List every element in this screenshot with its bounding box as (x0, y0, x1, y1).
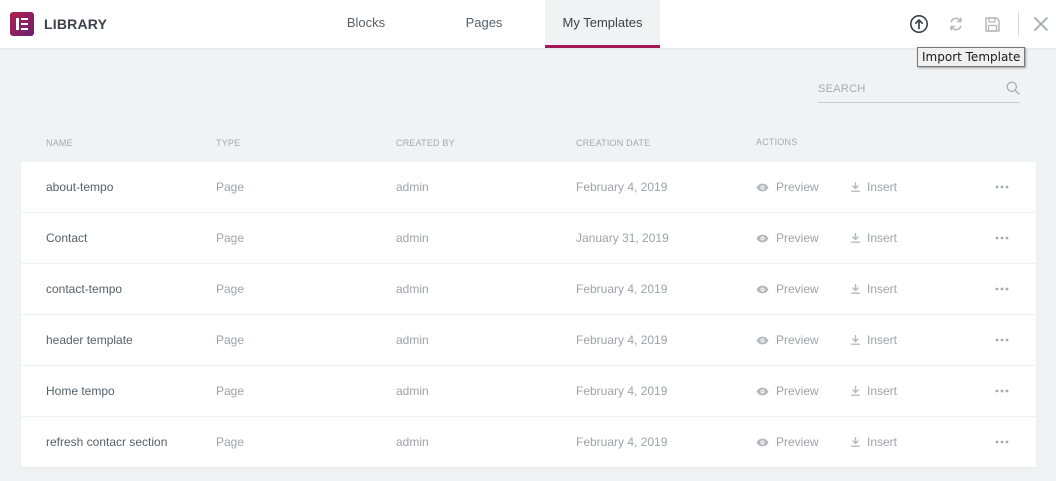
search-field (818, 76, 1020, 103)
header-divider (1018, 12, 1019, 36)
insert-button[interactable]: Insert (851, 384, 897, 398)
eye-icon (756, 336, 769, 344)
template-type: Page (216, 180, 245, 194)
more-options-icon[interactable] (993, 179, 1011, 195)
insert-label: Insert (867, 282, 898, 296)
elementor-logo-icon (10, 12, 34, 36)
table-row: Contact Page admin January 31, 2019 Prev… (21, 213, 1036, 264)
column-header-creation-date[interactable]: CREATION DATE (576, 138, 650, 148)
download-icon (851, 284, 860, 294)
template-type: Page (216, 384, 245, 398)
library-title: LIBRARY (44, 16, 108, 32)
template-date: February 4, 2019 (576, 435, 668, 449)
more-options-icon[interactable] (993, 281, 1011, 297)
library-header: LIBRARY Blocks Pages My Templates (0, 0, 1056, 48)
active-tab-indicator (545, 45, 660, 48)
template-author: admin (396, 282, 429, 296)
template-name[interactable]: contact-tempo (46, 282, 122, 296)
preview-button[interactable]: Preview (756, 435, 819, 449)
template-type: Page (216, 333, 245, 347)
save-icon[interactable] (981, 13, 1003, 35)
table-row: header template Page admin February 4, 2… (21, 315, 1036, 366)
template-date: February 4, 2019 (576, 180, 668, 194)
template-date: February 4, 2019 (576, 333, 668, 347)
table-row: contact-tempo Page admin February 4, 201… (21, 264, 1036, 315)
column-header-type[interactable]: TYPE (216, 138, 240, 148)
download-icon (851, 386, 860, 396)
insert-label: Insert (867, 384, 898, 398)
template-author: admin (396, 231, 429, 245)
import-template-tooltip: Import Template (917, 47, 1026, 67)
insert-button[interactable]: Insert (851, 231, 897, 245)
template-date: February 4, 2019 (576, 384, 668, 398)
more-options-icon[interactable] (993, 434, 1011, 450)
insert-label: Insert (867, 435, 898, 449)
table-row: about-tempo Page admin February 4, 2019 … (21, 162, 1036, 213)
preview-button[interactable]: Preview (756, 231, 819, 245)
template-author: admin (396, 435, 429, 449)
download-icon (851, 182, 860, 192)
template-author: admin (396, 333, 429, 347)
template-name[interactable]: Home tempo (46, 384, 115, 398)
template-date: February 4, 2019 (576, 282, 668, 296)
column-header-name[interactable]: NAME (46, 138, 73, 148)
download-icon (851, 233, 860, 243)
search-icon[interactable] (1006, 81, 1020, 100)
template-type: Page (216, 282, 245, 296)
template-name[interactable]: header template (46, 333, 133, 347)
preview-label: Preview (776, 333, 819, 347)
template-date: January 31, 2019 (576, 231, 669, 245)
template-type: Page (216, 435, 245, 449)
tab-blocks[interactable]: Blocks (330, 0, 402, 48)
preview-label: Preview (776, 435, 819, 449)
insert-label: Insert (867, 231, 898, 245)
insert-button[interactable]: Insert (851, 435, 897, 449)
insert-button[interactable]: Insert (851, 180, 897, 194)
template-name[interactable]: refresh contacr section (46, 435, 167, 449)
preview-button[interactable]: Preview (756, 180, 819, 194)
preview-label: Preview (776, 282, 819, 296)
preview-button[interactable]: Preview (756, 282, 819, 296)
column-header-actions: ACTIONS (756, 137, 798, 147)
template-name[interactable]: Contact (46, 231, 87, 245)
import-template-icon[interactable] (908, 13, 930, 35)
close-icon[interactable] (1030, 13, 1052, 35)
insert-button[interactable]: Insert (851, 282, 897, 296)
eye-icon (756, 234, 769, 242)
templates-table: about-tempo Page admin February 4, 2019 … (21, 162, 1036, 467)
tab-my-templates[interactable]: My Templates (545, 0, 660, 48)
more-options-icon[interactable] (993, 332, 1011, 348)
sync-icon[interactable] (945, 13, 967, 35)
preview-label: Preview (776, 180, 819, 194)
preview-label: Preview (776, 231, 819, 245)
download-icon (851, 437, 860, 447)
preview-button[interactable]: Preview (756, 333, 819, 347)
eye-icon (756, 285, 769, 293)
tab-pages[interactable]: Pages (448, 0, 520, 48)
column-header-created-by[interactable]: CREATED BY (396, 138, 455, 148)
insert-label: Insert (867, 180, 898, 194)
eye-icon (756, 438, 769, 446)
template-author: admin (396, 180, 429, 194)
preview-label: Preview (776, 384, 819, 398)
preview-button[interactable]: Preview (756, 384, 819, 398)
insert-label: Insert (867, 333, 898, 347)
table-row: refresh contacr section Page admin Febru… (21, 417, 1036, 467)
download-icon (851, 335, 860, 345)
template-name[interactable]: about-tempo (46, 180, 113, 194)
table-row: Home tempo Page admin February 4, 2019 P… (21, 366, 1036, 417)
template-author: admin (396, 384, 429, 398)
more-options-icon[interactable] (993, 230, 1011, 246)
more-options-icon[interactable] (993, 383, 1011, 399)
insert-button[interactable]: Insert (851, 333, 897, 347)
template-type: Page (216, 231, 245, 245)
search-input[interactable] (818, 80, 998, 98)
eye-icon (756, 183, 769, 191)
eye-icon (756, 387, 769, 395)
